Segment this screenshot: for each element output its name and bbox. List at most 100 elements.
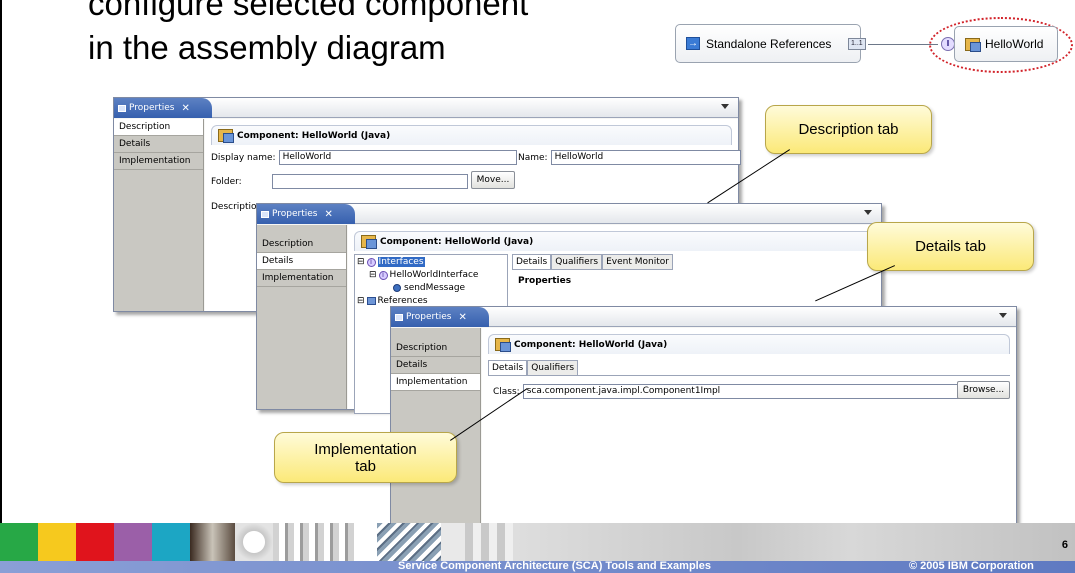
subtab-details[interactable]: Details	[488, 360, 528, 375]
standalone-references-node[interactable]: → Standalone References	[675, 24, 861, 63]
interface-icon: I	[378, 270, 388, 280]
subtab-qualifiers[interactable]: Qualifiers	[551, 254, 603, 269]
arrow-right-icon: →	[686, 37, 700, 50]
implementation-subtabs: Details Qualifiers	[488, 360, 1010, 376]
tree-item-references[interactable]: ⊟ References	[357, 296, 428, 306]
folder-row: Folder:	[211, 174, 468, 189]
close-icon[interactable]: ✕	[458, 312, 466, 323]
brand-photo-texture	[273, 523, 357, 561]
subtab-qualifiers[interactable]: Qualifiers	[527, 360, 579, 375]
tree-item-interfaces[interactable]: ⊟ I Interfaces	[357, 257, 425, 267]
tree-item-sendmessage-label: sendMessage	[404, 283, 466, 293]
brand-block-cyan	[152, 523, 190, 561]
subtab-details[interactable]: Details	[512, 254, 552, 269]
tree-item-references-label: References	[377, 296, 428, 306]
slide-left-border	[0, 0, 2, 525]
close-icon[interactable]: ✕	[181, 103, 189, 114]
expand-icon[interactable]: ⊟	[357, 296, 365, 306]
interface-icon: I	[366, 257, 376, 267]
footer-color-strip	[0, 523, 1075, 561]
multiplicity-badge: 1..1	[848, 38, 866, 50]
tree-item-helloworldinterface[interactable]: ⊟ I HelloWorldInterface	[369, 270, 478, 280]
sidebar-item-implementation[interactable]: Implementation	[114, 153, 203, 170]
brand-gap	[357, 523, 377, 561]
references-icon	[366, 297, 376, 305]
helloworld-component-label: HelloWorld	[985, 37, 1044, 51]
brand-photo-circle	[235, 523, 273, 561]
brand-photo-people	[190, 523, 235, 561]
tree-item-interfaces-label: Interfaces	[377, 257, 425, 267]
component-icon	[495, 338, 511, 352]
display-name-label: Display name:	[211, 152, 276, 163]
move-button[interactable]: Move...	[471, 171, 515, 189]
name-input[interactable]: HelloWorld	[550, 150, 741, 165]
slide-title-line-2: in the assembly diagram	[88, 29, 446, 66]
slide-title-line-1: configure selected component	[88, 0, 529, 22]
collapse-icon[interactable]: ⊟	[369, 270, 377, 280]
properties-tab[interactable]: Properties ✕	[257, 204, 355, 224]
folder-input[interactable]	[272, 174, 468, 189]
close-icon[interactable]: ✕	[324, 209, 332, 220]
brand-block-red	[76, 523, 114, 561]
view-menu-icon[interactable]	[721, 104, 729, 109]
sidebar-item-implementation[interactable]: Implementation	[257, 270, 346, 287]
brand-block-grey	[513, 523, 1075, 561]
brand-block-light	[441, 523, 465, 561]
view-menu-icon[interactable]	[999, 313, 1007, 318]
brand-block-stripes	[465, 523, 513, 561]
properties-content: Component: HelloWorld (Java) Details Qua…	[482, 328, 1016, 523]
collapse-icon[interactable]: ⊟	[357, 257, 365, 267]
properties-sidebar: Description Details Implementation	[114, 119, 204, 311]
slide-footer: Service Component Architecture (SCA) Too…	[0, 523, 1075, 573]
properties-sidebar: Description Details Implementation	[257, 225, 347, 409]
properties-window-implementation: Properties ✕ Description Details Impleme…	[390, 306, 1017, 524]
sidebar-item-description[interactable]: Description	[391, 340, 480, 357]
properties-tab[interactable]: Properties ✕	[114, 98, 212, 118]
properties-view-icon	[118, 104, 126, 112]
properties-sidebar: Description Details Implementation	[391, 328, 481, 523]
component-header-text: Component: HelloWorld (Java)	[514, 339, 668, 350]
sidebar-item-details[interactable]: Details	[257, 253, 346, 270]
component-header-text: Component: HelloWorld (Java)	[237, 130, 391, 141]
callout-implementation-line-1: Implementation	[314, 441, 417, 458]
display-name-row: Display name: HelloWorld	[211, 150, 517, 165]
page-number: 6	[1061, 539, 1068, 551]
standalone-references-label: Standalone References	[706, 36, 832, 51]
sidebar-item-details[interactable]: Details	[391, 357, 480, 374]
brand-block-green	[0, 523, 38, 561]
class-row: Class: sca.component.java.impl.Component…	[493, 384, 963, 399]
brand-photo-pattern	[377, 523, 441, 561]
name-label: Name:	[518, 152, 548, 163]
sidebar-item-description[interactable]: Description	[257, 236, 346, 253]
subtab-event-monitor[interactable]: Event Monitor	[602, 254, 673, 269]
brand-block-yellow	[38, 523, 76, 561]
callout-details-tab: Details tab	[867, 222, 1034, 271]
properties-view-bar: Properties ✕	[257, 204, 881, 224]
description-row: Descriptio	[211, 202, 260, 212]
properties-section-title: Properties	[518, 276, 572, 286]
browse-button[interactable]: Browse...	[957, 381, 1010, 399]
helloworld-component-node[interactable]: HelloWorld	[954, 26, 1058, 62]
properties-view-bar: Properties ✕	[391, 307, 1016, 327]
properties-tab-label: Properties	[406, 312, 452, 322]
class-input[interactable]: sca.component.java.impl.Component1Impl	[522, 384, 963, 399]
component-header-text: Component: HelloWorld (Java)	[380, 236, 534, 247]
view-menu-icon[interactable]	[864, 210, 872, 215]
properties-view-icon	[261, 210, 269, 218]
properties-view-icon	[395, 313, 403, 321]
footer-course-title: Service Component Architecture (SCA) Too…	[398, 560, 711, 572]
sidebar-item-details[interactable]: Details	[114, 136, 203, 153]
sidebar-item-implementation[interactable]: Implementation	[391, 374, 480, 391]
tree-item-sendmessage[interactable]: sendMessage	[393, 283, 465, 293]
callout-implementation-tab: Implementation tab	[274, 432, 457, 483]
properties-tab[interactable]: Properties ✕	[391, 307, 489, 327]
interface-icon[interactable]: I	[941, 37, 955, 51]
name-row: Name: HelloWorld	[518, 150, 741, 165]
slide: configure selected component in the asse…	[0, 0, 1075, 573]
component-header: Component: HelloWorld (Java)	[354, 231, 875, 251]
brand-block-purple	[114, 523, 152, 561]
component-header: Component: HelloWorld (Java)	[211, 125, 732, 145]
sidebar-item-description[interactable]: Description	[114, 119, 203, 136]
component-icon	[965, 37, 981, 52]
display-name-input[interactable]: HelloWorld	[278, 150, 517, 165]
